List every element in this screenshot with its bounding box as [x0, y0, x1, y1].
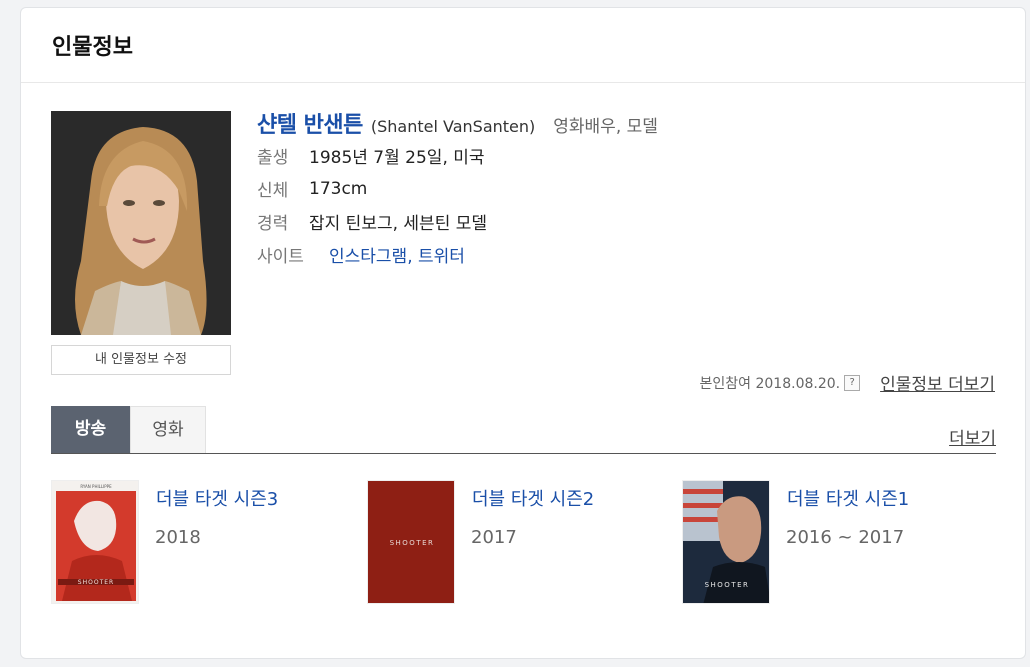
- show-year: 2017: [471, 527, 517, 548]
- info-row-body: 신체 173cm: [257, 172, 658, 205]
- info-label: 사이트: [257, 247, 304, 267]
- show-item[interactable]: SHOOTER 더블 타겟 시즌2 2017: [367, 480, 667, 606]
- info-row-career: 경력 잡지 틴보그, 세븐틴 모델: [257, 205, 658, 238]
- show-title[interactable]: 더블 타겟 시즌1: [787, 485, 909, 511]
- name-line: 샨텔 반샌튼 (Shantel VanSanten) 영화배우, 모델: [257, 107, 658, 139]
- poster-title-text: SHOOTER: [390, 539, 435, 547]
- info-label: 출생: [257, 148, 289, 168]
- filmography-tabs: 방송 영화 더보기: [51, 406, 996, 454]
- person-name-english: (Shantel VanSanten): [370, 117, 536, 136]
- person-info-more-link[interactable]: 인물정보 더보기: [880, 370, 995, 395]
- info-value: 1985년 7월 25일, 미국: [309, 148, 485, 168]
- tab-broadcast[interactable]: 방송: [51, 406, 130, 453]
- info-row-birth: 출생 1985년 7월 25일, 미국: [257, 139, 658, 172]
- site-separator: ,: [407, 247, 419, 267]
- info-row-site: 사이트 인스타그램, 트위터: [257, 238, 658, 271]
- info-value: 잡지 틴보그, 세븐틴 모델: [309, 214, 488, 234]
- person-details: 샨텔 반샌튼 (Shantel VanSanten) 영화배우, 모델 출생 1…: [257, 107, 658, 271]
- show-item[interactable]: RYAN PHILLIPPE SHOOTER 더블 타겟 시즌3 2018: [51, 480, 351, 606]
- info-value: 173cm: [309, 178, 368, 199]
- card-title: 인물정보: [21, 8, 1025, 83]
- info-label: 경력: [257, 214, 289, 234]
- show-year: 2018: [155, 527, 201, 548]
- person-name-korean[interactable]: 샨텔 반샌튼: [257, 107, 363, 139]
- person-occupation: 영화배우, 모델: [553, 117, 658, 137]
- edit-my-info-button[interactable]: 내 인물정보 수정: [51, 345, 231, 375]
- filmography-more-link[interactable]: 더보기: [949, 424, 996, 449]
- show-year: 2016 ~ 2017: [786, 527, 905, 548]
- poster-top-text: RYAN PHILLIPPE: [80, 484, 112, 489]
- show-poster[interactable]: SHOOTER: [367, 480, 455, 604]
- show-title[interactable]: 더블 타겟 시즌2: [472, 485, 594, 511]
- show-poster[interactable]: RYAN PHILLIPPE SHOOTER: [51, 480, 139, 604]
- poster-image: RYAN PHILLIPPE SHOOTER: [52, 481, 138, 603]
- site-links: 인스타그램, 트위터: [329, 242, 465, 267]
- twitter-link[interactable]: 트위터: [418, 247, 465, 267]
- poster-title-text: SHOOTER: [705, 581, 750, 589]
- help-icon[interactable]: ?: [844, 374, 861, 391]
- instagram-link[interactable]: 인스타그램: [329, 247, 407, 267]
- show-title[interactable]: 더블 타겟 시즌3: [156, 485, 278, 511]
- participation-meta: 본인참여 2018.08.20. ? 인물정보 더보기: [700, 370, 995, 395]
- profile-photo-image: [51, 111, 231, 335]
- poster-image: SHOOTER: [683, 481, 769, 603]
- info-label: 신체: [257, 181, 289, 201]
- show-poster[interactable]: SHOOTER: [682, 480, 770, 604]
- participation-date: 본인참여 2018.08.20.: [699, 375, 841, 392]
- poster-image: SHOOTER: [368, 481, 454, 603]
- tab-movie[interactable]: 영화: [130, 406, 206, 453]
- profile-photo[interactable]: [51, 111, 231, 335]
- poster-title-text: SHOOTER: [78, 579, 114, 586]
- person-info-card: 인물정보 내 인물정보 수정 샨텔 반샌튼 (Shantel VanSanten…: [20, 7, 1026, 659]
- show-item[interactable]: SHOOTER 더블 타겟 시즌1 2016 ~ 2017: [682, 480, 982, 606]
